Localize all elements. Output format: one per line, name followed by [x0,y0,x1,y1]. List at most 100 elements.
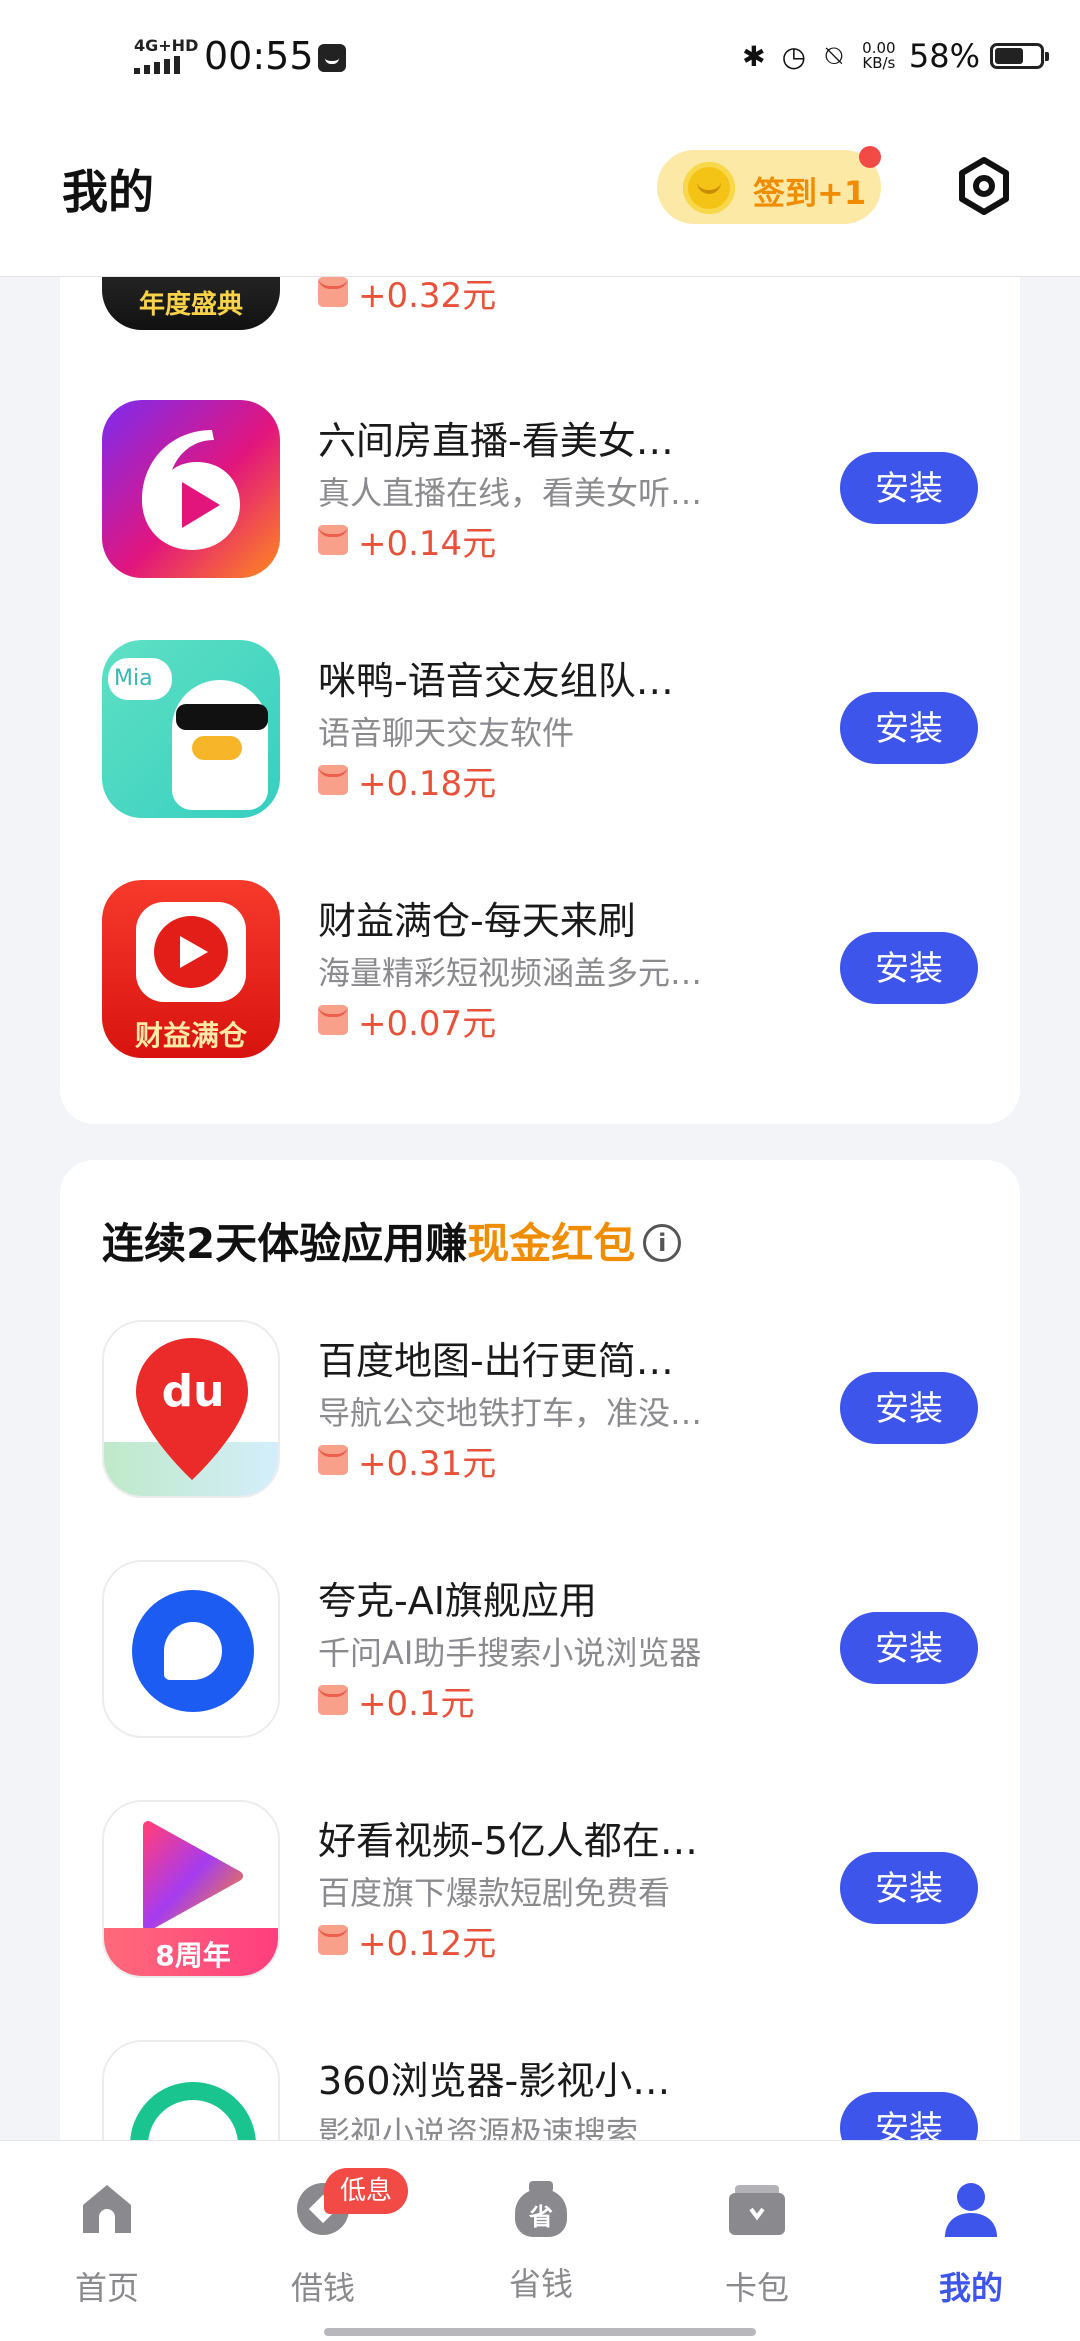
coin-icon [683,162,735,214]
alarm-icon: ◷ [781,39,807,73]
home-indicator[interactable] [324,2328,756,2336]
install-button[interactable]: 安装 [840,452,978,524]
reward: +0.31元 [318,1440,496,1484]
mia-text: Mia [114,666,153,691]
six-logo-icon [142,430,240,550]
app-list-card: 年度盛典 +0.32元 六间房直播-看美女视频… 真人直播在线，看美女听歌跳… … [60,152,1020,1124]
status-right: ✱ ◷ ⍉ 0.00 KB/s 58% [739,34,1049,78]
caiyi-icon-text: 财益满仓 [134,1019,247,1052]
page-header: 我的 签到+1 [0,120,1080,277]
list-item[interactable]: 8周年 好看视频-5亿人都在使用 百度旗下爆款短剧免费看 +0.12元 安装 [60,1800,1020,1978]
network-indicator: 4G+HD [134,36,199,55]
reward: +0.14元 [318,520,496,564]
app-desc: 海量精彩短视频涵盖多元领域 [318,954,708,992]
annual-icon-text: 年度盛典 [138,290,243,320]
page-title: 我的 [62,165,154,219]
install-button[interactable]: 安装 [840,1372,978,1444]
speed-unit: KB/s [862,54,896,72]
app-name: 百度地图-出行更简单，… [318,1339,708,1383]
reward: +0.1元 [318,1680,475,1724]
notification-dot [859,146,881,168]
section-title: 连续2天体验应用赚现金红包 i [102,1210,682,1271]
reward: +0.18元 [318,760,496,804]
du-text: du [161,1366,225,1417]
bluetooth-icon: ✱ [742,39,766,73]
reward: +0.12元 [318,1920,496,1964]
app-desc: 语音聊天交友软件 [318,714,575,752]
app-desc: 千问AI助手搜索小说浏览器 [318,1634,702,1672]
nav-label: 借钱 [290,2269,355,2307]
list-item[interactable]: 夸克-AI旗舰应用 千问AI助手搜索小说浏览器 +0.1元 安装 [60,1560,1020,1738]
red-envelope-icon [318,1445,348,1475]
low-interest-badge: 低息 [324,2168,408,2214]
list-item[interactable]: 财益满仓 财益满仓-每天来刷 海量精彩短视频涵盖多元领域 +0.07元 安装 [60,880,1020,1058]
play-icon [180,936,208,968]
status-bar: 4G+HD 00:55 ✱ ◷ ⍉ 0.00 KB/s 58% [0,0,1080,120]
nav-wallet[interactable]: 卡包 [692,2181,822,2311]
red-envelope-icon [318,1685,348,1715]
install-button[interactable]: 安装 [840,932,978,1004]
app-name: 咪鸭-语音交友组队游戏 [318,659,708,703]
quark-app-icon [102,1560,280,1738]
app-desc: 百度旗下爆款短剧免费看 [318,1874,671,1912]
nav-label: 首页 [74,2269,139,2307]
battery-percent: 58% [908,37,980,75]
info-icon[interactable]: i [643,1223,682,1262]
save-glyph: 省 [529,2203,553,2231]
signin-button[interactable]: 签到+1 [657,146,881,224]
clock: 00:55 [204,34,314,78]
app-desc: 真人直播在线，看美女听歌跳… [318,474,708,512]
settings-icon[interactable] [954,156,1014,216]
list-item[interactable]: Mia 咪鸭-语音交友组队游戏 语音聊天交友软件 +0.18元 安装 [60,640,1020,818]
wallet-icon [729,2185,785,2235]
reward-amount: +0.1元 [358,1683,475,1724]
nav-save[interactable]: 省 省钱 [476,2181,606,2311]
nav-label: 省钱 [508,2265,573,2303]
app-name: 夸克-AI旗舰应用 [318,1579,597,1623]
red-envelope-icon [318,1005,348,1035]
nav-label: 我的 [938,2269,1003,2307]
caiyi-app-icon: 财益满仓 [102,880,280,1058]
reward-amount: +0.12元 [358,1923,497,1964]
red-envelope-icon [318,1925,348,1955]
haokan-icon-text: 8周年 [155,1939,231,1972]
reward-amount: +0.07元 [358,1003,497,1044]
reward-amount: +0.14元 [358,523,497,564]
mute-icon: ⍉ [825,39,843,72]
signal-icon [134,56,180,74]
cash-reward-card: 连续2天体验应用赚现金红包 i du 百度地图-出行更简单，… 导航公交地铁打车，… [60,1160,1020,2220]
haokan-app-icon: 8周年 [102,1800,280,1978]
app-name: 360浏览器-影视小说资… [318,2059,708,2103]
section-title-prefix: 连续2天体验应用赚 [102,1219,468,1268]
nav-mine[interactable]: 我的 [906,2181,1036,2311]
money-bag-icon: 省 [511,2181,571,2237]
network-speed: 0.00 KB/s [859,41,899,71]
bottom-nav: 首页 借钱 省 省钱 卡包 我的 [0,2140,1080,2341]
haokan-play-icon [143,1821,243,1931]
install-button[interactable]: 安装 [840,692,978,764]
miya-app-icon: Mia [102,640,280,818]
app-desc: 导航公交地铁打车，准没问题 [318,1394,708,1432]
install-button[interactable]: 安装 [840,1852,978,1924]
app-name: 财益满仓-每天来刷 [318,899,636,943]
nav-label: 卡包 [724,2269,789,2307]
home-icon [83,2185,131,2233]
reward-amount: +0.18元 [358,763,497,804]
notification-icon [318,44,346,72]
battery-icon [990,43,1049,69]
nav-home[interactable]: 首页 [42,2181,172,2311]
reward-amount: +0.31元 [358,1443,497,1484]
profile-icon [945,2183,997,2237]
section-title-highlight: 现金红包 [467,1219,636,1268]
app-name: 好看视频-5亿人都在使用 [318,1819,708,1863]
app-name: 六间房直播-看美女视频… [318,419,708,463]
signin-label: 签到+1 [753,174,867,212]
baidu-map-app-icon: du [102,1320,280,1498]
red-envelope-icon [318,277,348,307]
liujianfang-app-icon [102,400,280,578]
list-item[interactable]: 六间房直播-看美女视频… 真人直播在线，看美女听歌跳… +0.14元 安装 [60,400,1020,578]
list-item[interactable]: du 百度地图-出行更简单，… 导航公交地铁打车，准没问题 +0.31元 安装 [60,1320,1020,1498]
red-envelope-icon [318,765,348,795]
install-button[interactable]: 安装 [840,1612,978,1684]
red-envelope-icon [318,525,348,555]
